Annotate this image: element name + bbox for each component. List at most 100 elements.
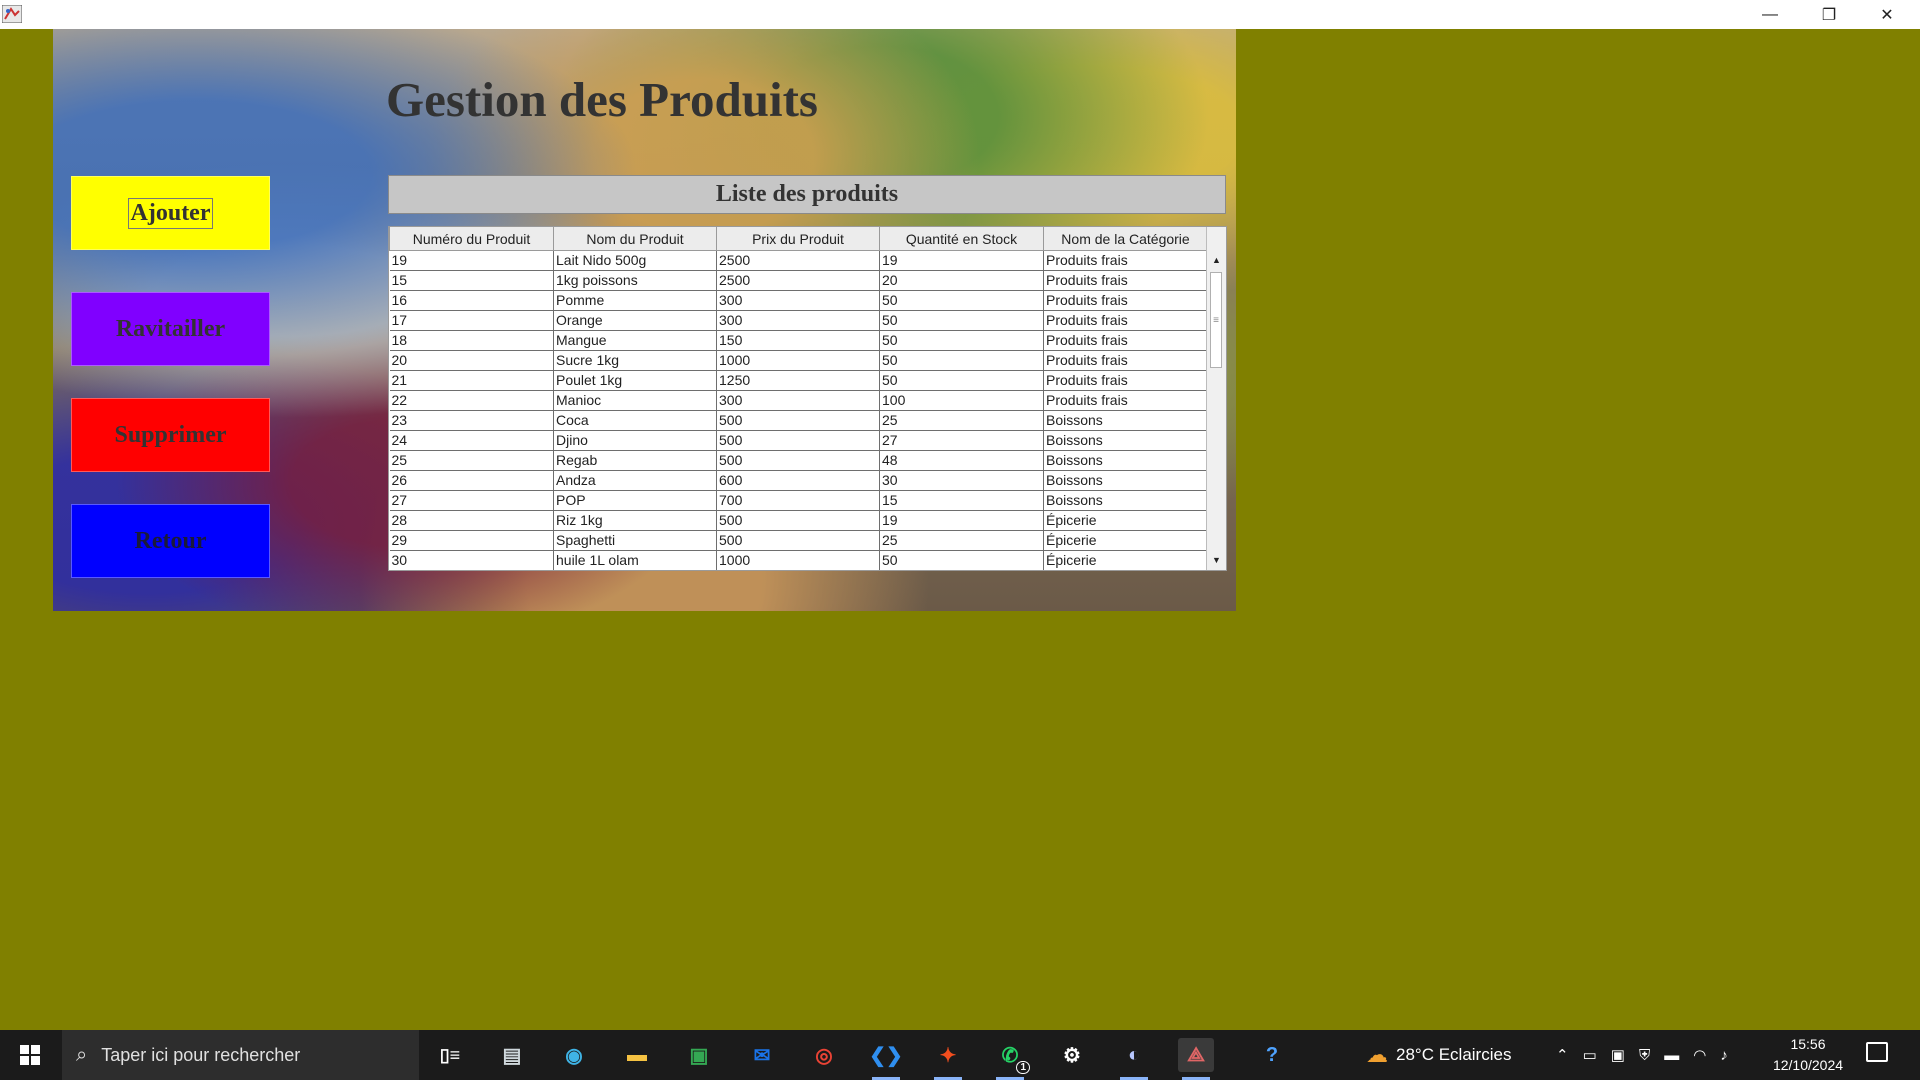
classroom-icon[interactable]: ▣ [681,1038,717,1072]
table-cell[interactable]: Épicerie [1043,550,1208,570]
table-cell[interactable]: 600 [716,470,880,491]
table-cell[interactable]: 100 [879,390,1044,411]
scroll-down-icon[interactable]: ▼ [1207,550,1226,570]
table-cell[interactable]: Boissons [1043,450,1208,471]
minimize-button[interactable]: — [1741,0,1799,29]
table-cell[interactable]: 700 [716,490,880,511]
table-row[interactable]: 23 Coca 500 25 Boissons [389,410,1208,431]
table-row[interactable]: 29 Spaghetti 500 25 Épicerie [389,530,1208,551]
table-cell[interactable]: POP [553,490,717,511]
table-cell[interactable]: 16 [389,290,554,311]
table-scrollbar[interactable]: ▲ ≡ ▼ [1206,227,1226,570]
table-cell[interactable]: 1kg poissons [553,270,717,291]
table-row[interactable]: 22 Manioc 300 100 Produits frais [389,390,1208,411]
table-cell[interactable]: 27 [879,430,1044,451]
table-cell[interactable]: Produits frais [1043,390,1208,411]
table-cell[interactable]: 28 [389,510,554,531]
table-row[interactable]: 15 1kg poissons 2500 20 Produits frais [389,270,1208,291]
volume-icon[interactable]: ♪ [1720,1047,1728,1064]
supprimer-button[interactable]: Supprimer [71,398,270,472]
table-cell[interactable]: 500 [716,530,880,551]
product-table-container[interactable]: Numéro du Produit Nom du Produit Prix du P… [388,226,1227,571]
scroll-up-icon[interactable]: ▲ [1207,250,1226,270]
table-cell[interactable]: 23 [389,410,554,431]
table-cell[interactable]: Manioc [553,390,717,411]
table-cell[interactable]: Poulet 1kg [553,370,717,391]
table-cell[interactable]: Produits frais [1043,350,1208,371]
table-cell[interactable]: 300 [716,310,880,331]
table-cell[interactable]: 29 [389,530,554,551]
task-view-icon[interactable]: ▯≡ [432,1038,468,1072]
table-row[interactable]: 21 Poulet 1kg 1250 50 Produits frais [389,370,1208,391]
table-cell[interactable]: 500 [716,450,880,471]
retour-button[interactable]: Retour [71,504,270,578]
weather-widget[interactable]: ☁ 28°C Eclaircies [1366,1030,1511,1080]
table-cell[interactable]: Boissons [1043,490,1208,511]
table-cell[interactable]: 50 [879,370,1044,391]
table-cell[interactable]: 20 [879,270,1044,291]
table-cell[interactable]: Produits frais [1043,370,1208,391]
table-cell[interactable]: 17 [389,310,554,331]
table-cell[interactable]: Orange [553,310,717,331]
column-header[interactable]: Quantité en Stock [879,227,1044,251]
table-cell[interactable]: 27 [389,490,554,511]
table-cell[interactable]: 21 [389,370,554,391]
start-button[interactable] [0,1030,60,1080]
table-cell[interactable]: 2500 [716,270,880,291]
table-cell[interactable]: 300 [716,390,880,411]
table-cell[interactable]: 15 [389,270,554,291]
table-row[interactable]: 26 Andza 600 30 Boissons [389,470,1208,491]
table-cell[interactable]: Djino [553,430,717,451]
table-cell[interactable]: 30 [879,470,1044,491]
table-cell[interactable]: 22 [389,390,554,411]
table-cell[interactable]: Spaghetti [553,530,717,551]
table-cell[interactable]: 50 [879,290,1044,311]
table-cell[interactable]: 30 [389,550,554,570]
table-cell[interactable]: 50 [879,310,1044,331]
battery-icon[interactable]: ▬ [1664,1047,1679,1064]
table-row[interactable]: 24 Djino 500 27 Boissons [389,430,1208,451]
table-cell[interactable]: 1250 [716,370,880,391]
table-cell[interactable]: 25 [879,530,1044,551]
chevron-up-icon[interactable]: ⌃ [1556,1046,1569,1064]
java-app-taskbar-icon[interactable]: ⟁ [1178,1038,1214,1080]
table-cell[interactable]: 50 [879,350,1044,371]
table-cell[interactable]: Sucre 1kg [553,350,717,371]
table-row[interactable]: 25 Regab 500 48 Boissons [389,450,1208,471]
table-cell[interactable]: 50 [879,550,1044,570]
taskbar-search[interactable]: ⌕ Taper ici pour rechercher [62,1030,419,1080]
table-row[interactable]: 19 Lait Nido 500g 2500 19 Produits frais [389,250,1208,271]
device-icon[interactable]: ▣ [1611,1046,1625,1064]
table-cell[interactable]: 1000 [716,350,880,371]
table-cell[interactable]: 300 [716,290,880,311]
table-cell[interactable]: Épicerie [1043,530,1208,551]
table-cell[interactable]: 18 [389,330,554,351]
ajouter-button[interactable]: Ajouter [71,176,270,250]
table-cell[interactable]: Riz 1kg [553,510,717,531]
table-row[interactable]: 17 Orange 300 50 Produits frais [389,310,1208,331]
column-header[interactable]: Prix du Produit [716,227,880,251]
column-header[interactable]: Nom du Produit [553,227,717,251]
table-cell[interactable]: 500 [716,430,880,451]
meet-icon[interactable]: ▭ [1583,1046,1597,1064]
table-cell[interactable]: 2500 [716,250,880,271]
clock[interactable]: 15:56 12/10/2024 [1766,1034,1850,1076]
table-cell[interactable]: 25 [389,450,554,471]
table-cell[interactable]: Regab [553,450,717,471]
table-cell[interactable]: Produits frais [1043,250,1208,271]
wifi-icon[interactable]: ◠ [1693,1046,1706,1064]
table-cell[interactable]: Produits frais [1043,310,1208,331]
table-cell[interactable]: 15 [879,490,1044,511]
edge-icon[interactable]: ◉ [556,1038,592,1072]
help-icon[interactable]: ? [1254,1038,1290,1072]
table-cell[interactable]: 19 [879,510,1044,531]
table-cell[interactable]: Lait Nido 500g [553,250,717,271]
table-cell[interactable]: 500 [716,510,880,531]
table-cell[interactable]: Boissons [1043,430,1208,451]
close-button[interactable]: ✕ [1858,0,1916,29]
table-cell[interactable]: 48 [879,450,1044,471]
outlook-icon[interactable]: ✉ [744,1038,780,1072]
table-cell[interactable]: huile 1L olam [553,550,717,570]
table-row[interactable]: 27 POP 700 15 Boissons [389,490,1208,511]
table-cell[interactable]: 50 [879,330,1044,351]
